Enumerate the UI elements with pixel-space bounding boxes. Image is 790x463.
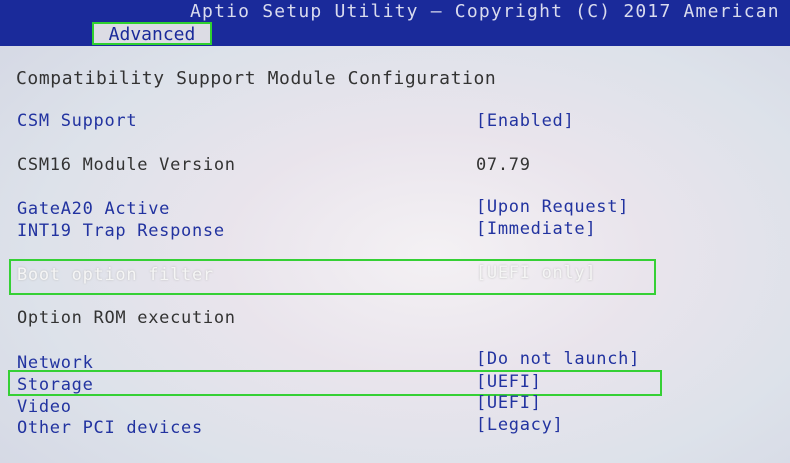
setting-value-storage[interactable]: [UEFI] xyxy=(476,372,542,392)
page-title: Compatibility Support Module Configurati… xyxy=(16,68,497,89)
setting-value-boot-filter[interactable]: [UEFI only] xyxy=(476,263,596,283)
setting-label-int19[interactable]: INT19 Trap Response xyxy=(17,221,225,241)
setting-label-other-pci[interactable]: Other PCI devices xyxy=(17,418,203,438)
highlight-box-storage xyxy=(8,370,662,396)
setting-value-int19[interactable]: [Immediate] xyxy=(476,219,596,239)
setting-label-video[interactable]: Video xyxy=(17,397,72,417)
setting-label-csm16-version: CSM16 Module Version xyxy=(17,155,236,175)
setting-value-other-pci[interactable]: [Legacy] xyxy=(476,415,563,435)
tab-advanced[interactable]: Advanced xyxy=(92,22,212,45)
setting-value-gatea20[interactable]: [Upon Request] xyxy=(476,197,629,217)
section-option-rom: Option ROM execution xyxy=(17,308,236,328)
settings-panel: Compatibility Support Module Configurati… xyxy=(0,46,790,463)
setting-label-storage[interactable]: Storage xyxy=(17,375,94,395)
setting-label-boot-filter[interactable]: Boot option filter xyxy=(17,265,214,285)
title-bar: Aptio Setup Utility – Copyright (C) 2017… xyxy=(0,0,790,46)
setting-label-gatea20[interactable]: GateA20 Active xyxy=(17,199,170,219)
setting-value-network[interactable]: [Do not launch] xyxy=(476,349,640,369)
setting-value-csm-support[interactable]: [Enabled] xyxy=(476,111,574,131)
setting-value-csm16-version: 07.79 xyxy=(476,155,531,175)
setting-value-video[interactable]: [UEFI] xyxy=(476,393,542,413)
app-title: Aptio Setup Utility – Copyright (C) 2017… xyxy=(190,1,780,22)
setting-label-csm-support[interactable]: CSM Support xyxy=(17,111,137,131)
